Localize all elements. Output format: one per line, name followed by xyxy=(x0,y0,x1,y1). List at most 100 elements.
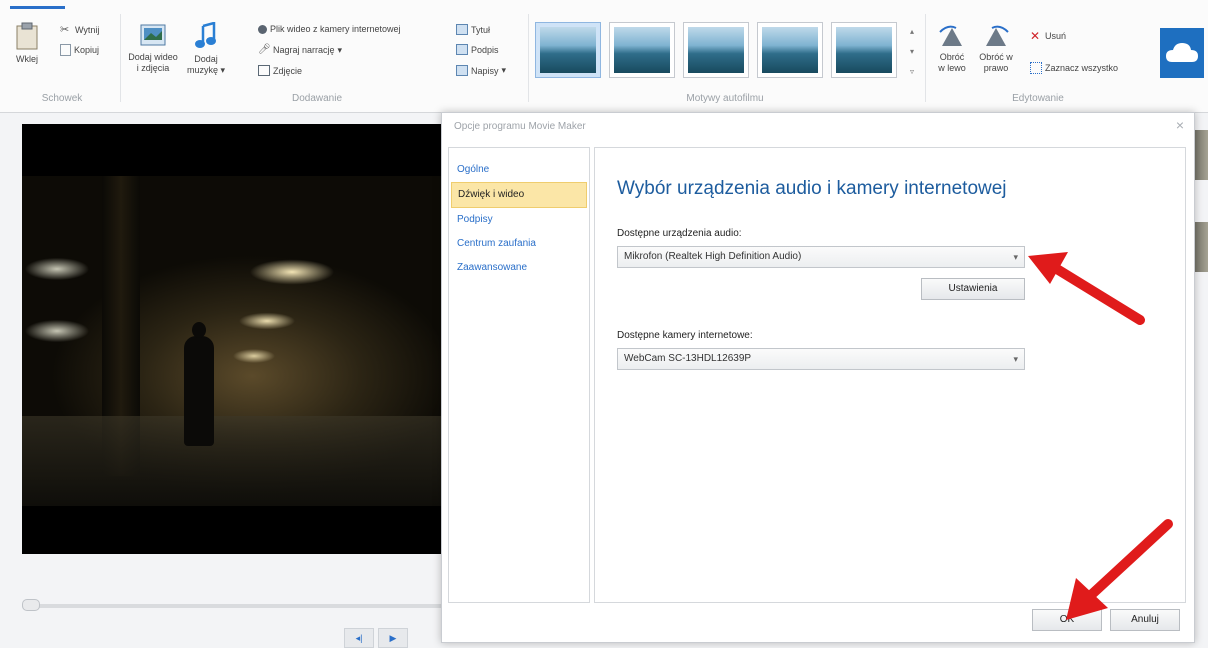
nav-item-advanced[interactable]: Zaawansowane xyxy=(451,256,587,280)
red-arrow-annotation xyxy=(1028,252,1145,325)
dialog-title: Opcje programu Movie Maker xyxy=(454,121,586,132)
video-preview[interactable] xyxy=(22,124,452,554)
ribbon: Wklej ✂ Wytnij Kopiuj Schowek Dodaj wide… xyxy=(0,0,1208,113)
add-video-photos-label-2: i zdjęcia xyxy=(136,63,170,73)
cloud-icon xyxy=(1166,43,1198,62)
title-label: Tytuł xyxy=(471,24,491,35)
caption-label: Podpis xyxy=(471,44,499,55)
clipboard-group-label: Schowek xyxy=(41,93,83,104)
select-all-label: Zaznacz wszystko xyxy=(1045,63,1119,73)
copy-icon xyxy=(60,44,71,56)
editing-group-label: Edytowanie xyxy=(1012,93,1064,104)
rotate-right-label-1: Obróć w xyxy=(979,52,1013,62)
previous-frame-icon: ◂| xyxy=(355,633,363,643)
chevron-down-icon: ▾ xyxy=(501,65,507,75)
caption-icon xyxy=(456,44,468,55)
rotate-right-icon xyxy=(986,25,1009,46)
cut-label: Wytnij xyxy=(75,25,100,35)
webcam-video-label: Plik wideo z kamery internetowej xyxy=(270,24,401,34)
close-icon[interactable]: × xyxy=(1176,117,1184,133)
record-narration-label: Nagraj narrację xyxy=(273,45,335,55)
themes-group: Motywy autofilmu xyxy=(535,10,915,108)
select-all-button[interactable]: Zaznacz wszystko xyxy=(1030,62,1118,74)
scissors-icon: ✂ xyxy=(60,24,70,36)
rotate-right-button[interactable]: Obróć w prawo xyxy=(976,24,1016,74)
webcam-value: WebCam SC-13HDL12639P xyxy=(624,353,752,364)
microphone-icon: 🎤︎ xyxy=(258,44,271,55)
caption-button[interactable]: Podpis xyxy=(456,44,499,55)
select-all-icon xyxy=(1030,62,1042,74)
editing-group: Obróć w lewo Obróć w prawo ✕ Usuń Zaznac… xyxy=(928,10,1148,108)
add-music-label-1: Dodaj xyxy=(194,54,218,64)
audio-devices-label: Dostępne urządzenia audio: xyxy=(617,228,742,239)
clipboard-icon xyxy=(16,22,38,50)
ribbon-separator xyxy=(528,14,529,102)
add-group-label: Dodawanie xyxy=(291,93,343,104)
preview-window-light xyxy=(22,306,92,352)
preview-floor xyxy=(22,416,452,506)
rotate-left-icon xyxy=(939,25,962,46)
webcam-video-button[interactable]: Plik wideo z kamery internetowej xyxy=(258,24,401,34)
rotate-left-label-1: Obróć xyxy=(939,52,965,62)
credits-label: Napisy xyxy=(471,65,499,76)
clipboard-group: Wklej ✂ Wytnij Kopiuj Schowek xyxy=(6,10,118,108)
preview-window-light xyxy=(22,244,92,294)
play-button[interactable]: ▶ xyxy=(378,628,408,648)
play-icon: ▶ xyxy=(389,633,397,643)
seek-bar[interactable] xyxy=(22,604,452,608)
chevron-down-icon: ▾ xyxy=(337,44,343,55)
copy-label: Kopiuj xyxy=(74,45,100,55)
add-music-label-2: muzykę xyxy=(186,65,218,75)
rotate-left-button[interactable]: Obróć w lewo xyxy=(934,24,970,74)
rotate-right-label-2: prawo xyxy=(983,63,1009,73)
record-narration-button[interactable]: 🎤︎ Nagraj narrację ▾ xyxy=(258,44,342,56)
themes-group-label: Motywy autofilmu xyxy=(686,93,764,104)
credits-button[interactable]: Napisy ▾ xyxy=(456,65,506,76)
chevron-down-icon: ▾ xyxy=(217,65,226,75)
options-nav: Ogólne Dźwięk i wideo Podpisy Centrum za… xyxy=(448,147,590,603)
ribbon-tab-indicator xyxy=(10,6,65,9)
ribbon-separator xyxy=(925,14,926,102)
close-icon: ✕ xyxy=(1030,29,1041,43)
previous-frame-button[interactable]: ◂| xyxy=(344,628,374,648)
settings-button[interactable]: Ustawienia xyxy=(921,278,1025,300)
cut-button[interactable]: ✂ Wytnij xyxy=(60,24,99,36)
webcams-label: Dostępne kamery internetowe: xyxy=(617,330,753,341)
webcam-icon xyxy=(258,24,267,34)
onedrive-button[interactable] xyxy=(1160,28,1204,78)
red-arrow-annotation xyxy=(1066,519,1173,620)
add-music-button[interactable]: Dodaj muzykę ▾ xyxy=(184,22,228,76)
add-group: Dodaj wideo i zdjęcia Dodaj muzykę ▾ Pli… xyxy=(122,10,506,108)
page-title: Wybór urządzenia audio i kamery internet… xyxy=(617,178,1007,199)
preview-person-silhouette xyxy=(184,322,214,446)
nav-item-sound-video[interactable]: Dźwięk i wideo xyxy=(451,182,587,208)
filmstrip-photo-icon xyxy=(140,24,166,46)
remove-button[interactable]: ✕ Usuń xyxy=(1030,30,1066,42)
audio-device-value: Mikrofon (Realtek High Definition Audio) xyxy=(624,251,802,262)
snapshot-button[interactable]: Zdjęcie xyxy=(258,65,302,76)
snapshot-label: Zdjęcie xyxy=(273,65,303,76)
seek-handle[interactable] xyxy=(22,599,40,611)
copy-button[interactable]: Kopiuj xyxy=(60,44,99,56)
nav-item-trust-center[interactable]: Centrum zaufania xyxy=(451,232,587,256)
snapshot-icon xyxy=(258,65,270,76)
chevron-down-icon: ▾ xyxy=(1013,252,1018,262)
playback-controls: ◂| ▶ xyxy=(344,628,408,648)
paste-label: Wklej xyxy=(16,54,38,64)
ribbon-separator xyxy=(120,14,121,102)
preview-frame xyxy=(22,176,452,506)
audio-device-select[interactable]: Mikrofon (Realtek High Definition Audio)… xyxy=(617,246,1025,268)
chevron-down-icon: ▾ xyxy=(1013,354,1018,364)
title-icon xyxy=(456,24,468,35)
music-note-icon xyxy=(195,22,216,48)
add-video-photos-button[interactable]: Dodaj wideo i zdjęcia xyxy=(126,22,180,74)
title-button[interactable]: Tytuł xyxy=(456,24,490,35)
rotate-left-label-2: w lewo xyxy=(938,63,966,73)
paste-button[interactable]: Wklej xyxy=(12,22,42,65)
credits-icon xyxy=(456,65,468,76)
nav-item-general[interactable]: Ogólne xyxy=(451,158,587,182)
webcam-select[interactable]: WebCam SC-13HDL12639P ▾ xyxy=(617,348,1025,370)
add-video-photos-label-1: Dodaj wideo xyxy=(128,52,178,62)
nav-item-captions[interactable]: Podpisy xyxy=(451,208,587,232)
remove-label: Usuń xyxy=(1045,31,1067,41)
